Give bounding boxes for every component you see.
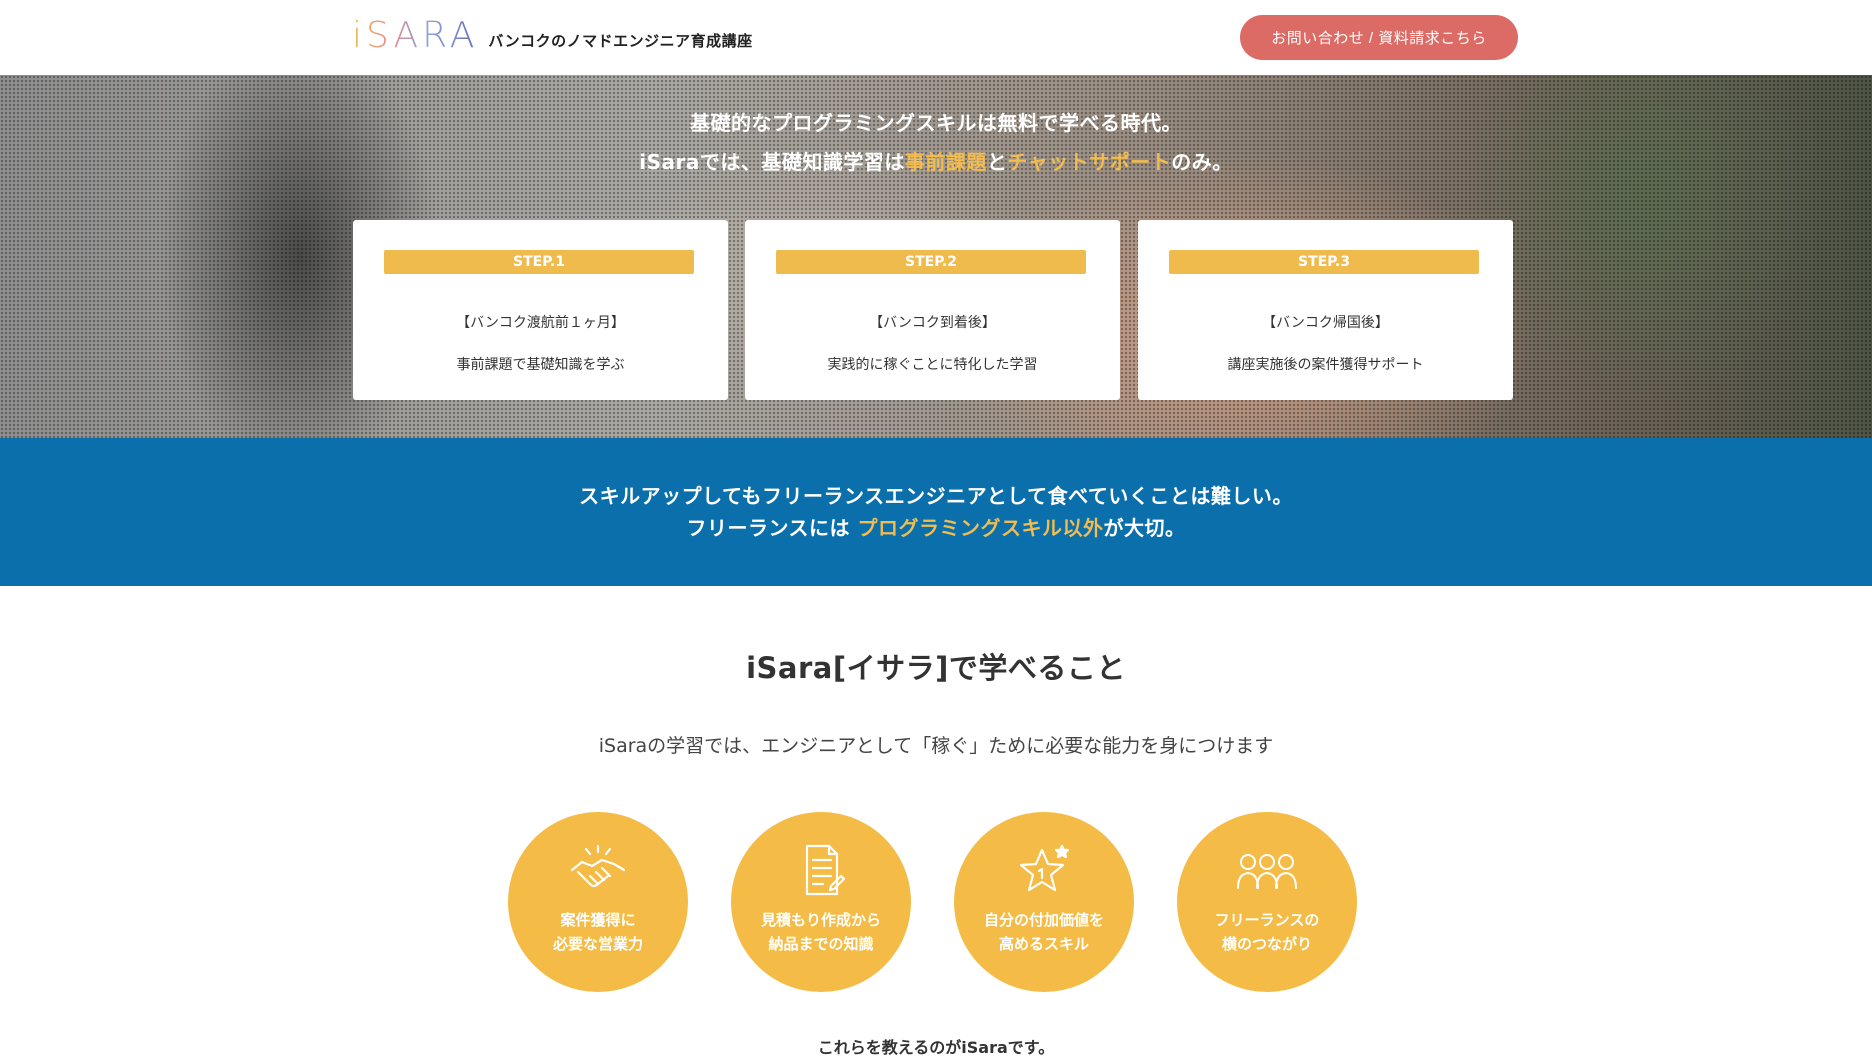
logo-mark: iSARA	[352, 15, 479, 56]
feature-label-line: 高めるスキル	[998, 935, 1089, 953]
step-title: 【バンコク渡航前１ヶ月】	[456, 315, 625, 331]
message-band: スキルアップしてもフリーランスエンジニアとして食べていくことは難しい。 フリーラ…	[0, 438, 1872, 586]
hero-section: 基礎的なプログラミングスキルは無料で学べる時代。 iSaraでは、基礎知識学習は…	[0, 75, 1872, 438]
feature-label: 見積もり作成から 納品までの知識	[731, 908, 911, 956]
band-text: スキルアップしてもフリーランスエンジニアとして食べていくことは難しい。	[579, 484, 1293, 508]
feature-label: 自分の付加価値を 高めるスキル	[954, 908, 1134, 956]
hero-highlight-assignments: 事前課題	[904, 150, 987, 174]
step-title: 【バンコク帰国後】	[1262, 315, 1389, 331]
feature-label-line: 納品までの知識	[768, 935, 874, 953]
document-icon	[805, 844, 846, 896]
step-card-1: STEP.1 【バンコク渡航前１ヶ月】 事前課題で基礎知識を学ぶ	[353, 220, 728, 400]
star-icon	[1019, 844, 1070, 892]
hero-text: と	[986, 150, 1008, 174]
step-badge: STEP.3	[1169, 250, 1479, 274]
hero-text: iSaraでは、基礎知識学習は	[639, 150, 905, 174]
band-text-2: フリーランスには プログラミングスキル以外が大切。	[0, 512, 1872, 541]
hero-highlight-chat-support: チャットサポート	[1007, 150, 1172, 174]
closing-note: これらを教えるのがiSaraです。	[817, 1038, 1055, 1057]
step-title: 【バンコク到着後】	[869, 315, 996, 331]
section-subtitle: iSaraの学習では、エンジニアとして「稼ぐ」ために必要な能力を身につけます	[598, 735, 1274, 757]
feature-estimation: 見積もり作成から 納品までの知識	[731, 812, 911, 992]
feature-label-line: フリーランスの	[1214, 911, 1320, 929]
feature-label: フリーランスの 横のつながり	[1177, 908, 1357, 956]
hero-text: のみ。	[1171, 150, 1233, 174]
step-description: 実践的に稼ぐことに特化した学習	[827, 357, 1038, 373]
logo-subtitle: バンコクのノマドエンジニア育成講座	[488, 32, 753, 50]
band-text: が大切。	[1103, 516, 1186, 540]
feature-label-line: 自分の付加価値を	[983, 911, 1104, 929]
band-highlight: プログラミングスキル以外	[857, 516, 1104, 540]
hero-headline: 基礎的なプログラミングスキルは無料で学べる時代。	[690, 111, 1182, 135]
section-title: iSara[イサラ]で学べること	[746, 651, 1126, 685]
people-icon	[1237, 854, 1297, 889]
feature-label-line: 横のつながり	[1221, 935, 1312, 953]
site-header: iSARA バンコクのノマドエンジニア育成講座 お問い合わせ / 資料請求こちら	[0, 0, 1872, 75]
step-card-3: STEP.3 【バンコク帰国後】 講座実施後の案件獲得サポート	[1138, 220, 1513, 400]
feature-label: 案件獲得に必要な営業力	[508, 908, 688, 956]
feature-label-line: 見積もり作成から	[760, 911, 881, 929]
step-description: 事前課題で基礎知識を学ぶ	[456, 357, 625, 373]
step-description: 講座実施後の案件獲得サポート	[1227, 357, 1424, 373]
feature-label-line: 必要な営業力	[552, 935, 643, 953]
feature-sales: 案件獲得に必要な営業力	[508, 812, 688, 992]
step-card-2: STEP.2 【バンコク到着後】 実践的に稼ぐことに特化した学習	[745, 220, 1120, 400]
feature-added-value: 自分の付加価値を 高めるスキル	[954, 812, 1134, 992]
contact-button[interactable]: お問い合わせ / 資料請求こちら	[1240, 15, 1518, 60]
handshake-icon	[570, 844, 626, 888]
logo[interactable]: iSARA バンコクのノマドエンジニア育成講座	[352, 18, 753, 54]
hero-subheadline: iSaraでは、基礎知識学習は事前課題とチャットサポートのみ。	[0, 146, 1872, 175]
step-badge: STEP.1	[384, 250, 694, 274]
feature-label-line: 案件獲得に	[560, 911, 636, 929]
band-text: フリーランスには	[686, 516, 858, 540]
step-badge: STEP.2	[776, 250, 1086, 274]
feature-network: フリーランスの 横のつながり	[1177, 812, 1357, 992]
